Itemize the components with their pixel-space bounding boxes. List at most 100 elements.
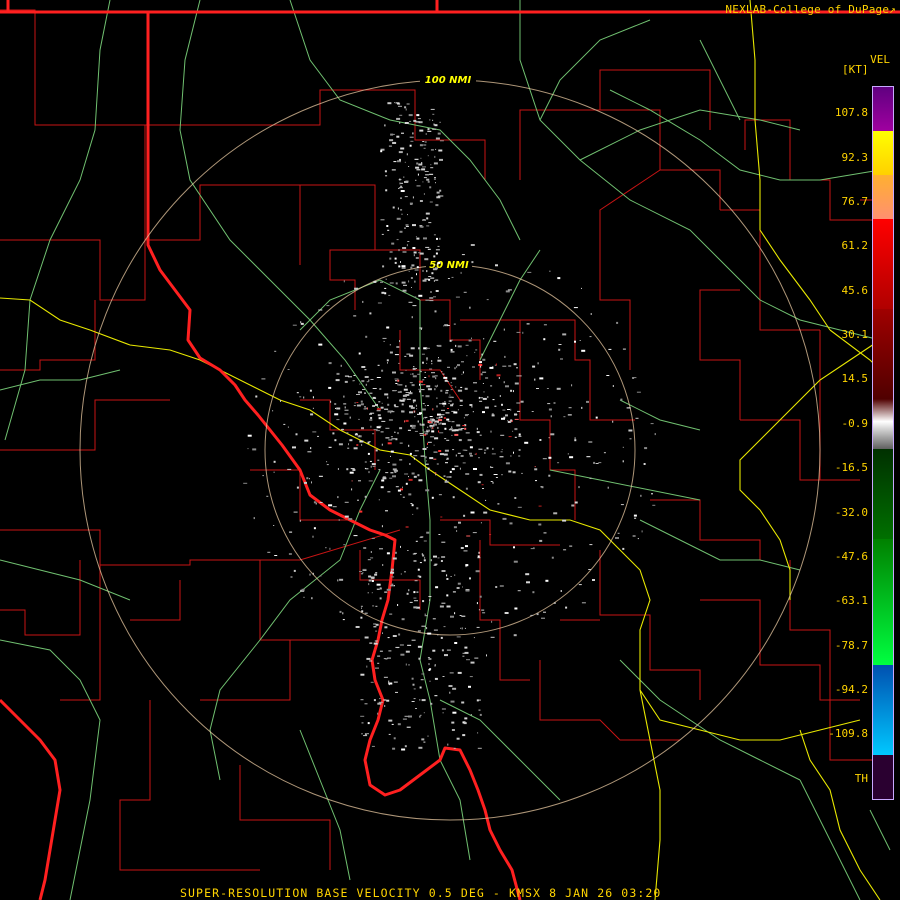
velocity-pixel xyxy=(368,379,370,382)
velocity-pixel xyxy=(413,457,415,460)
velocity-pixel xyxy=(399,114,403,116)
velocity-pixel xyxy=(505,290,510,293)
velocity-pixel xyxy=(434,677,438,680)
velocity-pixel xyxy=(377,364,380,366)
velocity-pixel xyxy=(474,390,478,392)
velocity-pixel xyxy=(464,627,466,629)
velocity-pixel xyxy=(450,615,454,618)
velocity-pixel xyxy=(432,618,436,620)
velocity-pixel xyxy=(439,605,444,608)
velocity-pixel xyxy=(422,141,425,142)
velocity-pixel xyxy=(364,369,367,371)
velocity-pixel xyxy=(423,540,427,542)
velocity-pixel xyxy=(393,681,398,683)
velocity-pixel xyxy=(437,557,440,559)
velocity-pixel xyxy=(469,306,471,309)
velocity-pixel xyxy=(361,427,364,430)
velocity-pixel xyxy=(408,664,410,666)
velocity-pixel xyxy=(634,517,637,519)
velocity-pixel xyxy=(396,135,400,138)
velocity-pixel xyxy=(384,287,387,289)
velocity-pixel xyxy=(386,699,390,702)
velocity-pixel xyxy=(622,547,625,550)
velocity-pixel xyxy=(300,322,304,325)
velocity-pixel xyxy=(635,417,639,419)
velocity-pixel xyxy=(385,427,390,429)
velocity-pixel xyxy=(563,416,566,418)
velocity-pixel xyxy=(633,514,637,517)
velocity-pixel xyxy=(409,354,414,357)
velocity-pixel xyxy=(318,309,323,311)
velocity-pixel xyxy=(588,569,592,570)
velocity-pixel xyxy=(405,369,407,371)
velocity-pixel xyxy=(450,576,452,577)
velocity-pixel xyxy=(567,453,569,455)
velocity-pixel xyxy=(429,424,433,426)
velocity-pixel xyxy=(400,494,402,496)
velocity-pixel xyxy=(426,385,431,388)
velocity-pixel xyxy=(433,451,438,453)
velocity-pixel xyxy=(456,636,461,638)
velocity-pixel xyxy=(381,479,385,482)
velocity-pixel xyxy=(378,417,382,420)
velocity-pixel xyxy=(409,120,412,122)
velocity-pixel xyxy=(456,737,460,740)
velocity-pixel xyxy=(409,382,413,384)
velocity-pixel xyxy=(370,417,373,419)
velocity-pixel xyxy=(429,457,434,460)
velocity-pixel xyxy=(397,432,399,435)
velocity-pixel xyxy=(454,429,459,432)
velocity-pixel xyxy=(375,404,378,406)
velocity-pixel xyxy=(434,664,436,667)
velocity-pixel xyxy=(450,351,455,353)
velocity-pixel xyxy=(380,150,383,153)
velocity-pixel xyxy=(478,609,480,611)
velocity-pixel xyxy=(416,114,420,117)
velocity-pixel xyxy=(431,372,435,374)
velocity-pixel xyxy=(636,391,641,393)
velocity-pixel xyxy=(392,557,397,560)
velocity-pixel xyxy=(436,397,438,399)
velocity-pixel xyxy=(450,348,453,351)
velocity-pixel xyxy=(381,420,386,422)
velocity-pixel xyxy=(433,629,438,631)
velocity-pixel xyxy=(510,408,512,411)
velocity-pixel xyxy=(380,486,384,489)
velocity-pixel xyxy=(387,362,388,364)
velocity-pixel xyxy=(390,133,394,136)
velocity-pixel xyxy=(426,357,428,359)
velocity-pixel xyxy=(390,436,393,438)
velocity-pixel xyxy=(437,132,441,135)
velocity-pixel xyxy=(499,395,501,397)
velocity-pixel xyxy=(308,478,310,480)
velocity-pixel xyxy=(420,371,422,373)
velocity-pixel xyxy=(451,403,454,405)
velocity-pixel xyxy=(379,650,383,652)
velocity-pixel xyxy=(513,546,515,549)
velocity-pixel xyxy=(429,119,431,121)
velocity-pixel xyxy=(497,503,500,505)
velocity-pixel xyxy=(507,421,511,423)
velocity-pixel xyxy=(545,579,549,582)
velocity-pixel xyxy=(453,526,457,529)
velocity-pixel xyxy=(431,272,434,275)
velocity-pixel xyxy=(388,682,393,685)
velocity-pixel xyxy=(418,163,423,166)
velocity-pixel xyxy=(444,654,448,657)
velocity-pixel xyxy=(417,420,419,423)
velocity-pixel xyxy=(273,460,276,463)
velocity-pixel xyxy=(437,634,439,636)
velocity-pixel xyxy=(446,418,450,421)
velocity-pixel xyxy=(438,357,439,359)
velocity-pixel xyxy=(388,439,393,441)
velocity-pixel xyxy=(397,604,399,606)
velocity-pixel xyxy=(433,255,436,258)
velocity-pixel xyxy=(413,698,416,700)
external-link-icon[interactable]: ↗ xyxy=(889,3,896,16)
velocity-pixel xyxy=(447,366,450,368)
velocity-pixel xyxy=(534,378,536,381)
velocity-pixel xyxy=(388,294,391,296)
velocity-pixel xyxy=(448,396,453,398)
velocity-pixel xyxy=(518,455,521,457)
velocity-pixel xyxy=(459,399,463,402)
